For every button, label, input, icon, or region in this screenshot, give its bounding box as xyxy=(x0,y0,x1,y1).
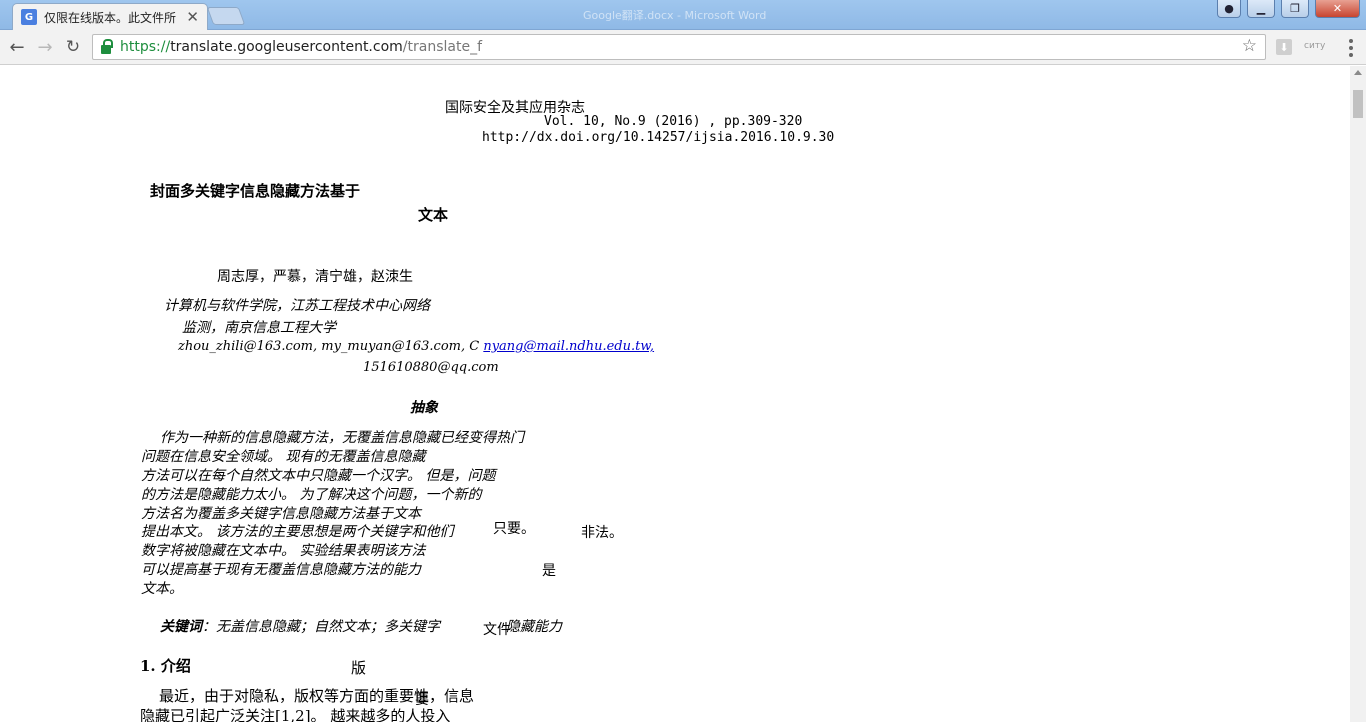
kebab-menu-icon[interactable] xyxy=(1343,38,1359,58)
abstract-line-9: 文本。 xyxy=(141,581,183,597)
new-tab-button[interactable] xyxy=(206,7,246,25)
intro-line-2: 隐藏已引起广泛关注[1,2]。 越来越多的人投入 xyxy=(140,707,451,722)
forward-button[interactable]: → xyxy=(34,36,56,58)
restore-button[interactable]: ❐ xyxy=(1281,0,1309,18)
abstract-overlay-1: 只要。 xyxy=(493,521,535,537)
minimize-icon: ▁ xyxy=(1256,2,1266,15)
user-icon: ● xyxy=(1224,2,1234,15)
url-host: translate.googleusercontent.com xyxy=(170,39,403,55)
forward-arrow-icon: → xyxy=(37,36,53,58)
window-title-bar: G 仅限在线版本。此文件所 ✕ Google翻译.docx - Microsof… xyxy=(0,0,1366,30)
authors: 周志厚，严慕，清宁雄，赵洓生 xyxy=(217,269,413,285)
abstract-line-3: 方法可以在每个自然文本中只隐藏一个汉字。 但是，问题 xyxy=(141,468,496,484)
abstract-line-7: 数字将被隐藏在文本中。 实验结果表明该方法 xyxy=(141,543,426,559)
close-window-button[interactable]: ✕ xyxy=(1315,0,1360,18)
browser-tab[interactable]: G 仅限在线版本。此文件所 ✕ xyxy=(12,3,208,30)
window-caption: Google翻译.docx - Microsoft Word xyxy=(583,9,767,22)
abstract-heading: 抽象 xyxy=(410,400,438,416)
emails-prefix: zhou_zhili@163.com, my_muyan@163.com, C xyxy=(178,339,484,354)
vertical-scrollbar[interactable] xyxy=(1350,66,1366,722)
browser-toolbar: ← → ↻ https:// translate.googleuserconte… xyxy=(0,30,1366,65)
back-arrow-icon: ← xyxy=(9,36,25,58)
volume-info: Vol. 10, No.9 (2016) , pp.309-320 xyxy=(544,114,803,129)
affiliation-line2: 监测，南京信息工程大学 xyxy=(182,320,336,336)
google-translate-favicon-icon: G xyxy=(21,9,37,25)
restore-icon: ❐ xyxy=(1290,2,1300,15)
url-path: /translate_f xyxy=(402,39,483,55)
keywords-line: 关键词：无盖信息隐藏；自然文本；多关键字 xyxy=(160,616,440,636)
abstract-line-6: 提出本文。 该方法的主要思想是两个关键字和他们 xyxy=(141,524,454,540)
email-link[interactable]: nyang@mail.ndhu.edu.tw, xyxy=(483,339,654,354)
scroll-thumb[interactable] xyxy=(1353,90,1363,118)
star-icon[interactable]: ☆ xyxy=(1242,36,1257,56)
abstract-line-8: 可以提高基于现有无覆盖信息隐藏方法的能力 xyxy=(141,562,421,578)
lock-icon[interactable] xyxy=(101,38,113,54)
doi-text: http://dx.doi.org/10.14257/ijsia.2016.10… xyxy=(482,130,835,145)
keywords-text: 无盖信息隐藏；自然文本；多关键字 xyxy=(216,619,440,635)
email-line2: 151610880@qq.com xyxy=(363,360,499,375)
tab-close-icon[interactable]: ✕ xyxy=(186,8,199,26)
emails-line: zhou_zhili@163.com, my_muyan@163.com, C … xyxy=(178,339,654,354)
keywords-sep: ： xyxy=(202,619,216,635)
extension-download-icon[interactable]: ⬇ xyxy=(1276,39,1292,55)
keywords-overlay-2: 隐藏能力 xyxy=(506,619,562,635)
scroll-up-arrow-icon[interactable] xyxy=(1354,70,1362,75)
paper-title-line1: 封面多关键字信息隐藏方法基于 xyxy=(150,182,361,200)
close-icon: ✕ xyxy=(1332,2,1343,15)
extension-label[interactable]: ситу xyxy=(1304,41,1325,51)
affiliation-line1: 计算机与软件学院，江苏工程技术中心网络 xyxy=(164,298,430,314)
minimize-button[interactable]: ▁ xyxy=(1247,0,1275,18)
abstract-line-4: 的方法是隐藏能力太小。 为了解决这个问题，一个新的 xyxy=(141,487,482,503)
keywords-label: 关键词 xyxy=(160,619,202,635)
abstract-overlay-2: 非法。 xyxy=(581,525,623,541)
address-bar[interactable]: https:// translate.googleusercontent.com… xyxy=(92,34,1266,60)
tab-title: 仅限在线版本。此文件所 xyxy=(44,10,177,25)
window-controls: ● ▁ ❐ ✕ xyxy=(1217,0,1360,18)
section-heading: 1. 介绍 xyxy=(140,657,191,675)
document-page: 国际安全及其应用杂志 Vol. 10, No.9 (2016) , pp.309… xyxy=(0,66,1350,722)
reload-icon: ↻ xyxy=(65,37,81,57)
back-button[interactable]: ← xyxy=(6,36,28,58)
paper-title-line2: 文本 xyxy=(418,206,449,224)
abstract-line-5: 方法名为覆盖多关键字信息隐藏方法基于文本 xyxy=(141,506,421,522)
abstract-line-1: 作为一种新的信息隐藏方法，无覆盖信息隐藏已经变得热门 xyxy=(160,430,524,446)
url-scheme: https:// xyxy=(120,39,171,55)
abstract-overlay-3: 是 xyxy=(542,563,556,579)
user-profile-button[interactable]: ● xyxy=(1217,0,1241,18)
section-overlay: 版 xyxy=(351,659,367,677)
abstract-line-2: 问题在信息安全领域。 现有的无覆盖信息隐藏 xyxy=(141,449,426,465)
reload-button[interactable]: ↻ xyxy=(62,36,84,58)
